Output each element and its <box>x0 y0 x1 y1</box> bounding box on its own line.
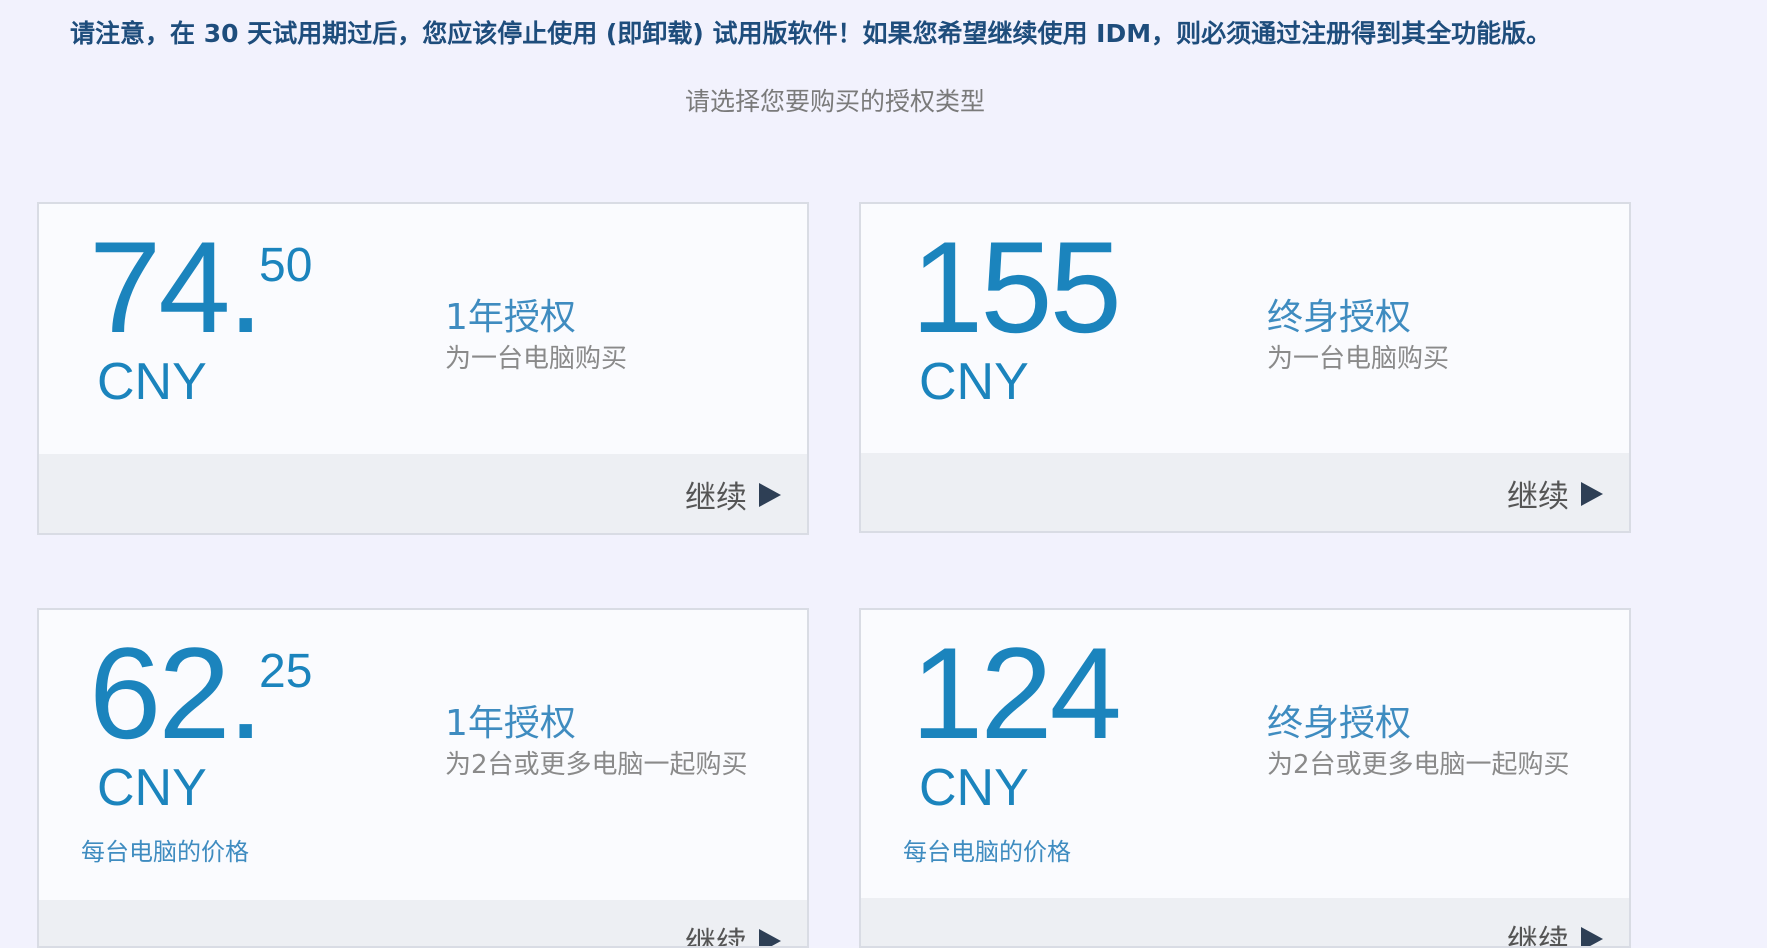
play-arrow-icon <box>759 929 781 948</box>
plan-title: 1年授权 <box>445 288 576 340</box>
card-body: 74. 50 CNY 1年授权 为一台电脑购买 <box>39 204 807 454</box>
continue-button[interactable]: 继续 <box>685 472 781 517</box>
plan-description: 为一台电脑购买 <box>445 340 765 378</box>
card-footer: 继续 <box>861 898 1629 948</box>
currency-label: CNY <box>919 762 1029 814</box>
currency-label: CNY <box>919 356 1029 408</box>
license-card-1year-multi[interactable]: 62. 25 CNY 每台电脑的价格 1年授权 为2台或更多电脑一起购买 继续 <box>37 608 809 948</box>
price-integer: 124 <box>911 628 1119 758</box>
plan-title: 1年授权 <box>445 694 576 746</box>
plan-description: 为2台或更多电脑一起购买 <box>1267 746 1587 784</box>
continue-button[interactable]: 继续 <box>685 918 781 948</box>
card-footer: 继续 <box>39 454 807 535</box>
plan-description: 为2台或更多电脑一起购买 <box>445 746 765 784</box>
license-type-prompt: 请选择您要购买的授权类型 <box>0 82 1670 118</box>
price-integer: 62. <box>89 628 261 758</box>
card-body: 155 CNY 终身授权 为一台电脑购买 <box>861 204 1629 453</box>
card-body: 124 CNY 每台电脑的价格 终身授权 为2台或更多电脑一起购买 <box>861 610 1629 898</box>
price-decimal: 25 <box>259 648 312 696</box>
play-arrow-icon <box>1581 927 1603 948</box>
price-integer: 155 <box>911 222 1119 352</box>
plan-description: 为一台电脑购买 <box>1267 340 1587 378</box>
card-body: 62. 25 CNY 每台电脑的价格 1年授权 为2台或更多电脑一起购买 <box>39 610 807 900</box>
play-arrow-icon <box>1581 482 1603 506</box>
per-pc-price-note: 每台电脑的价格 <box>81 832 249 867</box>
continue-label: 继续 <box>685 918 747 948</box>
trial-notice: 请注意，在 30 天试用期过后，您应该停止使用 (即卸载) 试用版软件！如果您希… <box>70 14 1551 50</box>
play-arrow-icon <box>759 483 781 507</box>
continue-label: 继续 <box>1507 471 1569 516</box>
continue-label: 继续 <box>685 472 747 517</box>
plan-title: 终身授权 <box>1267 694 1411 746</box>
license-card-lifetime-multi[interactable]: 124 CNY 每台电脑的价格 终身授权 为2台或更多电脑一起购买 继续 <box>859 608 1631 948</box>
currency-label: CNY <box>97 356 207 408</box>
price-integer: 74. <box>89 222 261 352</box>
price-decimal: 50 <box>259 242 312 290</box>
card-footer: 继续 <box>861 453 1629 533</box>
license-card-lifetime-single[interactable]: 155 CNY 终身授权 为一台电脑购买 继续 <box>859 202 1631 533</box>
continue-button[interactable]: 继续 <box>1507 471 1603 516</box>
plan-title: 终身授权 <box>1267 288 1411 340</box>
currency-label: CNY <box>97 762 207 814</box>
continue-button[interactable]: 继续 <box>1507 916 1603 948</box>
per-pc-price-note: 每台电脑的价格 <box>903 832 1071 867</box>
continue-label: 继续 <box>1507 916 1569 948</box>
card-footer: 继续 <box>39 900 807 948</box>
license-card-1year-single[interactable]: 74. 50 CNY 1年授权 为一台电脑购买 继续 <box>37 202 809 535</box>
